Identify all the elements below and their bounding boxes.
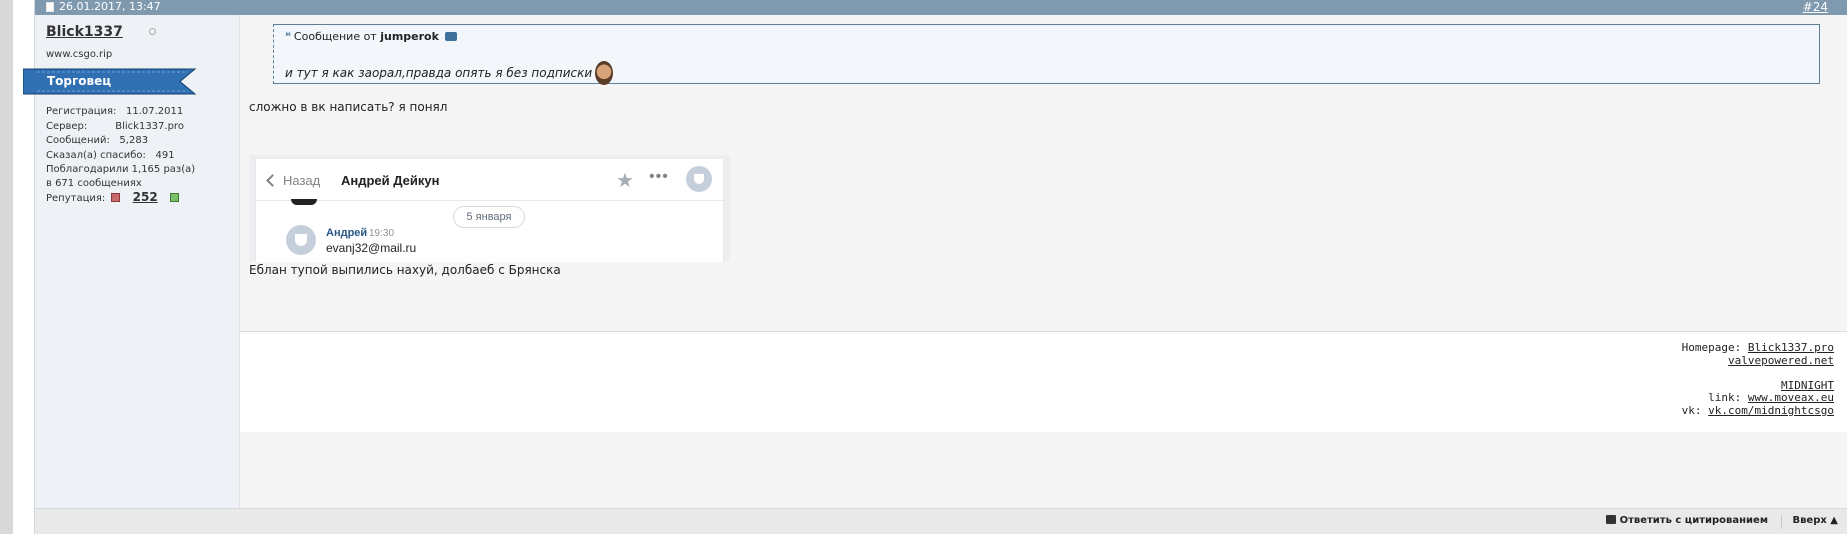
quote-author: jumperok xyxy=(380,30,439,43)
stat-registration: Регистрация: 11.07.2011 xyxy=(46,106,184,117)
post-footer: Ответить с цитированием Вверх ▲ xyxy=(35,508,1847,534)
signature-area xyxy=(240,332,1847,432)
post-content: ❝ Сообщение от jumperok и тут я как заора… xyxy=(239,15,1847,508)
post-header: 26.01.2017, 13:47 #24 xyxy=(35,0,1847,15)
offline-status-icon xyxy=(149,28,156,35)
more-dots-icon: ••• xyxy=(649,168,669,185)
vk-chat-card: Назад Андрей Дейкун ★ ••• 5 января Андре… xyxy=(255,159,725,262)
user-title: www.csgo.rip xyxy=(46,49,113,60)
vk-avatar-icon xyxy=(686,166,712,192)
username-link[interactable]: Blick1337 xyxy=(46,24,123,40)
document-icon xyxy=(46,2,54,12)
reputation-minus-icon[interactable] xyxy=(111,193,121,202)
quote-bubble-icon xyxy=(1605,515,1616,524)
signature-midnight-link[interactable]: MIDNIGHT xyxy=(1781,379,1834,392)
previous-avatar-edge xyxy=(291,199,317,205)
stat-posts: Сообщений: 5,283 xyxy=(46,135,149,146)
reputation-label: Репутация: xyxy=(46,193,106,204)
stat-server: Сервер: Blick1337.pro xyxy=(46,120,184,132)
vk-screenshot-image: Назад Андрей Дейкун ★ ••• 5 января Андре… xyxy=(249,155,730,262)
reply-with-quote-button[interactable]: Ответить с цитированием xyxy=(1605,515,1768,526)
user-info-panel: Blick1337 www.csgo.rip Торговец Регистра… xyxy=(22,15,239,508)
stat-thanked-posts: в 671 сообщениях xyxy=(46,177,142,189)
message-line-2: Еблан тупой выпились нахуй, долбаеб с Бр… xyxy=(249,263,561,277)
view-post-icon[interactable] xyxy=(445,32,458,41)
post-date: 26.01.2017, 13:47 xyxy=(59,0,161,13)
quote-prefix: Сообщение от xyxy=(293,30,377,43)
vk-topbar: Назад Андрей Дейкун ★ ••• xyxy=(256,159,725,201)
rank-ribbon: Торговец xyxy=(22,67,210,96)
signature-moveax-link[interactable]: www.moveax.eu xyxy=(1748,391,1834,404)
smiley-face-icon xyxy=(595,61,614,85)
signature-vk-link[interactable]: vk.com/midnightcsgo xyxy=(1708,404,1834,417)
signature-homepage-link[interactable]: Blick1337.pro xyxy=(1748,341,1834,354)
post-number-link[interactable]: #24 xyxy=(1803,0,1828,14)
vk-author: Андрей xyxy=(326,227,368,239)
user-stats: Регистрация: 11.07.2011 Сервер: Blick1337… xyxy=(46,105,195,189)
star-icon: ★ xyxy=(616,170,634,192)
back-to-top-button[interactable]: Вверх ▲ xyxy=(1792,515,1838,526)
signature: Homepage: Blick1337.pro valvepowered.net… xyxy=(1681,341,1834,417)
message-line-1: сложно в вк написать? я понял xyxy=(249,100,448,114)
signature-valvepowered-link[interactable]: valvepowered.net xyxy=(1728,354,1834,367)
vk-author-avatar-icon xyxy=(286,225,316,255)
chevron-left-icon xyxy=(266,174,279,187)
rank-label: Торговец xyxy=(47,74,112,88)
footer-separator xyxy=(1781,515,1782,529)
vk-time: 19:30 xyxy=(369,228,395,239)
vk-back-button: Назад xyxy=(266,173,320,188)
reputation: Репутация: 252 xyxy=(46,190,182,204)
quote-header: ❝ Сообщение от jumperok xyxy=(285,30,458,43)
quote-icon: ❝ xyxy=(285,30,291,43)
forum-post: 26.01.2017, 13:47 #24 Blick1337 www.csgo… xyxy=(22,0,1847,534)
stat-thanked: Поблагодарили 1,165 раз(а) xyxy=(46,164,196,175)
reputation-value[interactable]: 252 xyxy=(133,190,158,204)
vk-date-pill: 5 января xyxy=(453,206,525,228)
quote-block: ❝ Сообщение от jumperok и тут я как заора… xyxy=(273,24,1820,85)
reputation-plus-icon[interactable] xyxy=(169,193,179,202)
page-left-strip xyxy=(0,0,13,534)
vk-message-email: evanj32@mail.ru xyxy=(326,241,417,255)
stat-thanks-given: Сказал(а) спасибо: 491 xyxy=(46,149,175,161)
quote-text: и тут я как заорал,правда опять я без по… xyxy=(285,61,614,85)
vk-chat-name: Андрей Дейкун xyxy=(341,173,440,188)
